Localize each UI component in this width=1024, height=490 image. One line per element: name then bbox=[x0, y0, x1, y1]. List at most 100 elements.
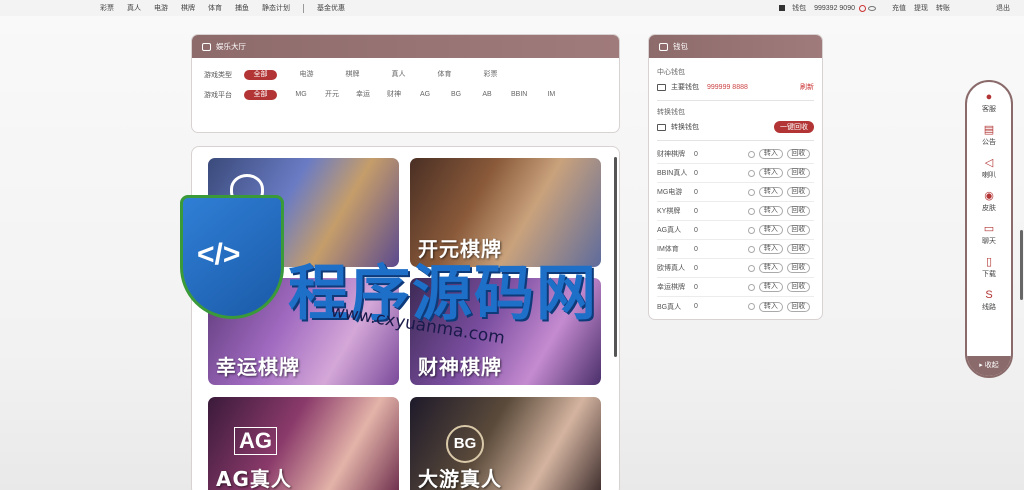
filter-platform-ky[interactable]: 开元 bbox=[321, 90, 343, 100]
transfer-in-button[interactable]: 转入 bbox=[759, 187, 783, 197]
platform-balance: 0 bbox=[693, 150, 698, 158]
game-tile[interactable]: 幸运棋牌 bbox=[208, 278, 399, 385]
game-tile[interactable]: 财神棋牌 bbox=[410, 278, 601, 385]
transfer-wallet-section: 转换钱包 转换钱包 一键回收 bbox=[657, 107, 814, 133]
center-wallet-section: 中心钱包 主要钱包 999999 8888 刷新 bbox=[657, 67, 814, 93]
nav-sports[interactable]: 体育 bbox=[208, 3, 222, 13]
nav-promo[interactable]: 基金优惠 bbox=[317, 3, 345, 13]
recycle-button[interactable]: 回收 bbox=[786, 206, 811, 216]
main-nav: 彩票 真人 电游 棋牌 体育 捕鱼 静态计划 基金优惠 bbox=[100, 3, 358, 13]
transfer-in-button[interactable]: 转入 bbox=[759, 149, 783, 159]
sidebar-item-service[interactable]: ● 客服 bbox=[967, 86, 1011, 119]
one-key-recycle-button[interactable]: 一键回收 bbox=[774, 121, 814, 133]
filter-type-sports[interactable]: 体育 bbox=[428, 70, 461, 80]
sidebar-item-skin[interactable]: ◉ 皮肤 bbox=[967, 185, 1011, 218]
recycle-button[interactable]: 回收 bbox=[786, 168, 811, 178]
wallet-header: 钱包 bbox=[649, 35, 822, 58]
sidebar-item-route[interactable]: S 线路 bbox=[967, 284, 1011, 317]
refresh-icon[interactable] bbox=[748, 169, 756, 177]
platform-balance: 0 bbox=[693, 169, 698, 177]
notice-icon: ▤ bbox=[983, 124, 995, 136]
game-list-panel: 赛马 开元棋牌 幸运棋牌 财神棋牌 AG AG真人 BG 大游真人 bbox=[191, 146, 620, 490]
recycle-button[interactable]: 回收 bbox=[786, 225, 811, 235]
nav-live[interactable]: 真人 bbox=[127, 3, 141, 13]
page-scrollbar[interactable] bbox=[1020, 230, 1023, 300]
filter-type-slots[interactable]: 电游 bbox=[290, 70, 323, 80]
sidebar-item-label: 客服 bbox=[982, 106, 996, 113]
filter-type-cards[interactable]: 棋牌 bbox=[336, 70, 369, 80]
game-hall-panel: 娱乐大厅 游戏类型 全部 电游 棋牌 真人 体育 彩票 游戏平台 全部 MG 开… bbox=[191, 34, 620, 133]
transfer-in-button[interactable]: 转入 bbox=[759, 206, 783, 216]
filter-platform-lucky[interactable]: 幸运 bbox=[352, 90, 374, 100]
refresh-icon[interactable] bbox=[748, 264, 756, 272]
recycle-button[interactable]: 回收 bbox=[786, 263, 811, 273]
center-wallet-value: 999999 8888 bbox=[707, 83, 748, 91]
refresh-icon[interactable] bbox=[748, 226, 756, 234]
platform-wallet-row: KY棋牌 0 转入 回收 bbox=[657, 202, 814, 221]
sidebar-item-label: 喇叭 bbox=[982, 172, 996, 179]
sidebar-item-download[interactable]: ▯ 下载 bbox=[967, 251, 1011, 284]
transfer-in-button[interactable]: 转入 bbox=[759, 225, 783, 235]
sidebar-item-label: 公告 bbox=[982, 139, 996, 146]
platform-name: 欧博真人 bbox=[657, 265, 685, 272]
transfer-in-button[interactable]: 转入 bbox=[759, 168, 783, 178]
game-tile[interactable]: BG 大游真人 bbox=[410, 397, 601, 490]
game-title: 幸运棋牌 bbox=[216, 355, 300, 379]
refresh-icon[interactable] bbox=[748, 283, 756, 291]
recycle-button[interactable]: 回收 bbox=[786, 149, 811, 159]
game-list-scrollbar[interactable] bbox=[614, 157, 617, 357]
filter-platform-bbin[interactable]: BBIN bbox=[507, 90, 531, 100]
filter-platform-ab[interactable]: AB bbox=[476, 90, 498, 100]
transfer-in-button[interactable]: 转入 bbox=[759, 244, 783, 254]
recycle-button[interactable]: 回收 bbox=[786, 244, 811, 254]
game-tile[interactable]: 开元棋牌 bbox=[410, 158, 601, 267]
nav-logout[interactable]: 退出 bbox=[996, 3, 1010, 13]
nav-deposit[interactable]: 充值 bbox=[892, 3, 906, 13]
filter-platform-all[interactable]: 全部 bbox=[244, 90, 277, 100]
refresh-icon[interactable] bbox=[748, 245, 756, 253]
sidebar-item-chat[interactable]: ▭ 聊天 bbox=[967, 218, 1011, 251]
transfer-wallet-name: 转换钱包 bbox=[671, 124, 699, 131]
filter-type-lottery[interactable]: 彩票 bbox=[474, 70, 507, 80]
refresh-icon[interactable] bbox=[859, 4, 866, 12]
eye-icon[interactable] bbox=[868, 5, 876, 11]
refresh-icon[interactable] bbox=[748, 188, 756, 196]
filter-platform-caishen[interactable]: 财神 bbox=[383, 90, 405, 100]
recycle-button[interactable]: 回收 bbox=[786, 187, 811, 197]
platform-name: 财神棋牌 bbox=[657, 151, 685, 158]
sidebar-item-speaker[interactable]: ◁ 喇叭 bbox=[967, 152, 1011, 185]
divider bbox=[657, 100, 814, 101]
refresh-icon[interactable] bbox=[748, 303, 756, 310]
nav-transfer[interactable]: 转账 bbox=[936, 3, 950, 13]
nav-withdraw[interactable]: 提现 bbox=[914, 3, 928, 13]
nav-plan[interactable]: 静态计划 bbox=[262, 3, 290, 13]
sidebar-collapse-label: 收起 bbox=[984, 362, 999, 369]
platform-balance: 0 bbox=[693, 303, 698, 310]
filter-type-live[interactable]: 真人 bbox=[382, 70, 415, 80]
sidebar-collapse-button[interactable]: ▸ 收起 bbox=[967, 356, 1011, 376]
nav-slots[interactable]: 电游 bbox=[154, 3, 168, 13]
game-tile[interactable]: AG AG真人 bbox=[208, 397, 399, 490]
balance-value: 999392 9090 bbox=[814, 4, 855, 12]
nav-cards[interactable]: 棋牌 bbox=[181, 3, 195, 13]
sidebar-item-notice[interactable]: ▤ 公告 bbox=[967, 119, 1011, 152]
recycle-button[interactable]: 回收 bbox=[786, 282, 811, 292]
refresh-icon[interactable] bbox=[748, 207, 756, 215]
filter-type-all[interactable]: 全部 bbox=[244, 70, 277, 80]
sidebar-item-label: 下载 bbox=[982, 271, 996, 278]
filter-platform-mg[interactable]: MG bbox=[290, 90, 312, 100]
game-tile[interactable]: 赛马 bbox=[208, 158, 399, 267]
filter-platform-ag[interactable]: AG bbox=[414, 90, 436, 100]
filter-platform-bg[interactable]: BG bbox=[445, 90, 467, 100]
recycle-button[interactable]: 回收 bbox=[786, 301, 811, 312]
nav-lottery[interactable]: 彩票 bbox=[100, 3, 114, 13]
transfer-in-button[interactable]: 转入 bbox=[759, 282, 783, 292]
nav-fishing[interactable]: 捕鱼 bbox=[235, 3, 249, 13]
refresh-icon[interactable] bbox=[748, 150, 756, 158]
platform-wallet-row: AG真人 0 转入 回收 bbox=[657, 221, 814, 240]
transfer-in-button[interactable]: 转入 bbox=[759, 301, 783, 312]
refresh-button[interactable]: 刷新 bbox=[800, 82, 814, 92]
transfer-in-button[interactable]: 转入 bbox=[759, 263, 783, 273]
filter-platform-im[interactable]: IM bbox=[540, 90, 562, 100]
bg-logo: BG bbox=[446, 425, 484, 463]
